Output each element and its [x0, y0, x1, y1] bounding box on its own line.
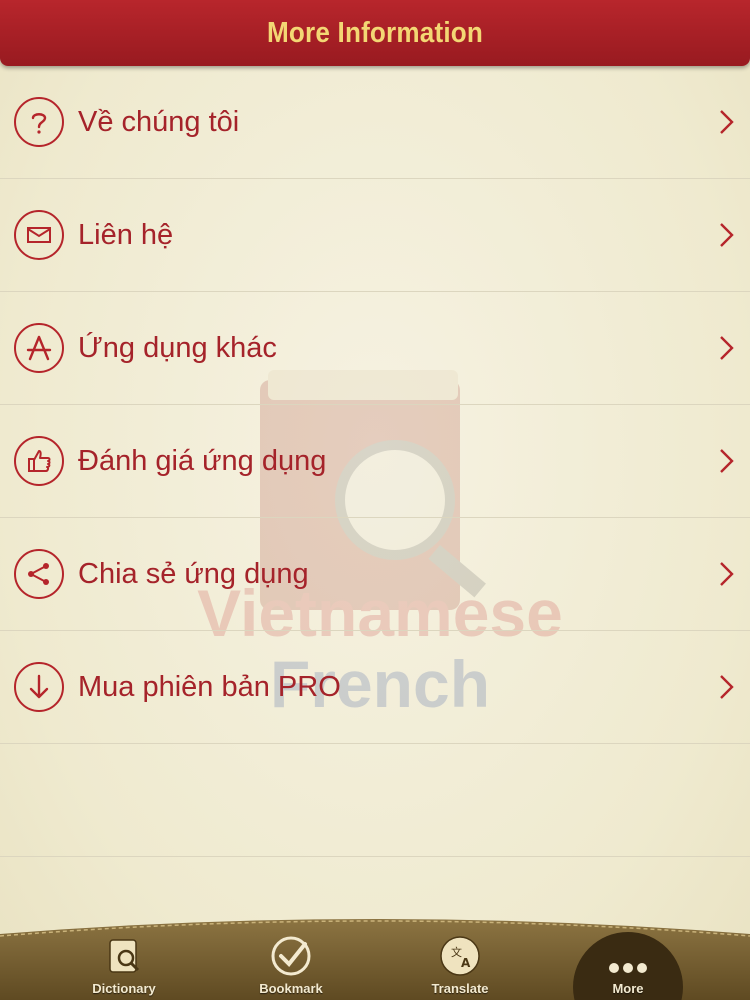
app-store-icon: [14, 323, 64, 373]
menu-item-contact[interactable]: Liên hệ: [0, 179, 750, 292]
checkmark-icon: [271, 936, 311, 976]
screen: More Information Vietnamese French Về ch…: [0, 0, 750, 1000]
page-title: More Information: [266, 16, 484, 49]
tab-label: Dictionary: [92, 981, 156, 996]
menu-item-label: Đánh giá ứng dụng: [78, 444, 327, 477]
thumbs-up-icon: [14, 436, 64, 486]
more-dots-icon: [609, 963, 647, 973]
menu-item-share-app[interactable]: Chia sẻ ứng dụng: [0, 518, 750, 631]
share-icon: [14, 549, 64, 599]
chevron-right-icon: [720, 336, 734, 360]
chevron-right-icon: [720, 449, 734, 473]
question-icon: [14, 97, 64, 147]
header-bar: More Information: [0, 0, 750, 66]
tab-bookmark[interactable]: Bookmark: [226, 930, 356, 1000]
tab-more[interactable]: More: [563, 930, 693, 1000]
dictionary-icon: [109, 939, 140, 973]
tab-dictionary[interactable]: Dictionary: [59, 930, 189, 1000]
chevron-right-icon: [720, 110, 734, 134]
tab-bar: Dictionary Bookmark 文 A Translate More: [0, 912, 750, 1000]
menu-item-label: Mua phiên bản PRO: [78, 670, 341, 703]
empty-row: [0, 744, 750, 857]
tab-translate[interactable]: 文 A Translate: [395, 930, 525, 1000]
menu-item-other-apps[interactable]: Ứng dụng khác: [0, 292, 750, 405]
chevron-right-icon: [720, 562, 734, 586]
tab-label: Translate: [431, 981, 489, 996]
menu-item-rate-app[interactable]: Đánh giá ứng dụng: [0, 405, 750, 518]
download-icon: [14, 662, 64, 712]
chevron-right-icon: [720, 675, 734, 699]
envelope-icon: [14, 210, 64, 260]
menu-item-label: Ứng dụng khác: [78, 331, 277, 364]
svg-text:A: A: [461, 956, 471, 970]
translate-icon: 文 A: [440, 936, 480, 976]
tab-label: More: [612, 981, 644, 996]
chevron-right-icon: [720, 223, 734, 247]
menu-item-buy-pro[interactable]: Mua phiên bản PRO: [0, 631, 750, 744]
menu-item-label: Chia sẻ ứng dụng: [78, 557, 309, 590]
menu-item-about[interactable]: Về chúng tôi: [0, 66, 750, 179]
tab-label: Bookmark: [259, 981, 323, 996]
menu-list: Về chúng tôi Liên hệ Ứng dụng khác Đánh …: [0, 66, 750, 857]
menu-item-label: Về chúng tôi: [78, 105, 240, 138]
menu-item-label: Liên hệ: [78, 218, 174, 251]
